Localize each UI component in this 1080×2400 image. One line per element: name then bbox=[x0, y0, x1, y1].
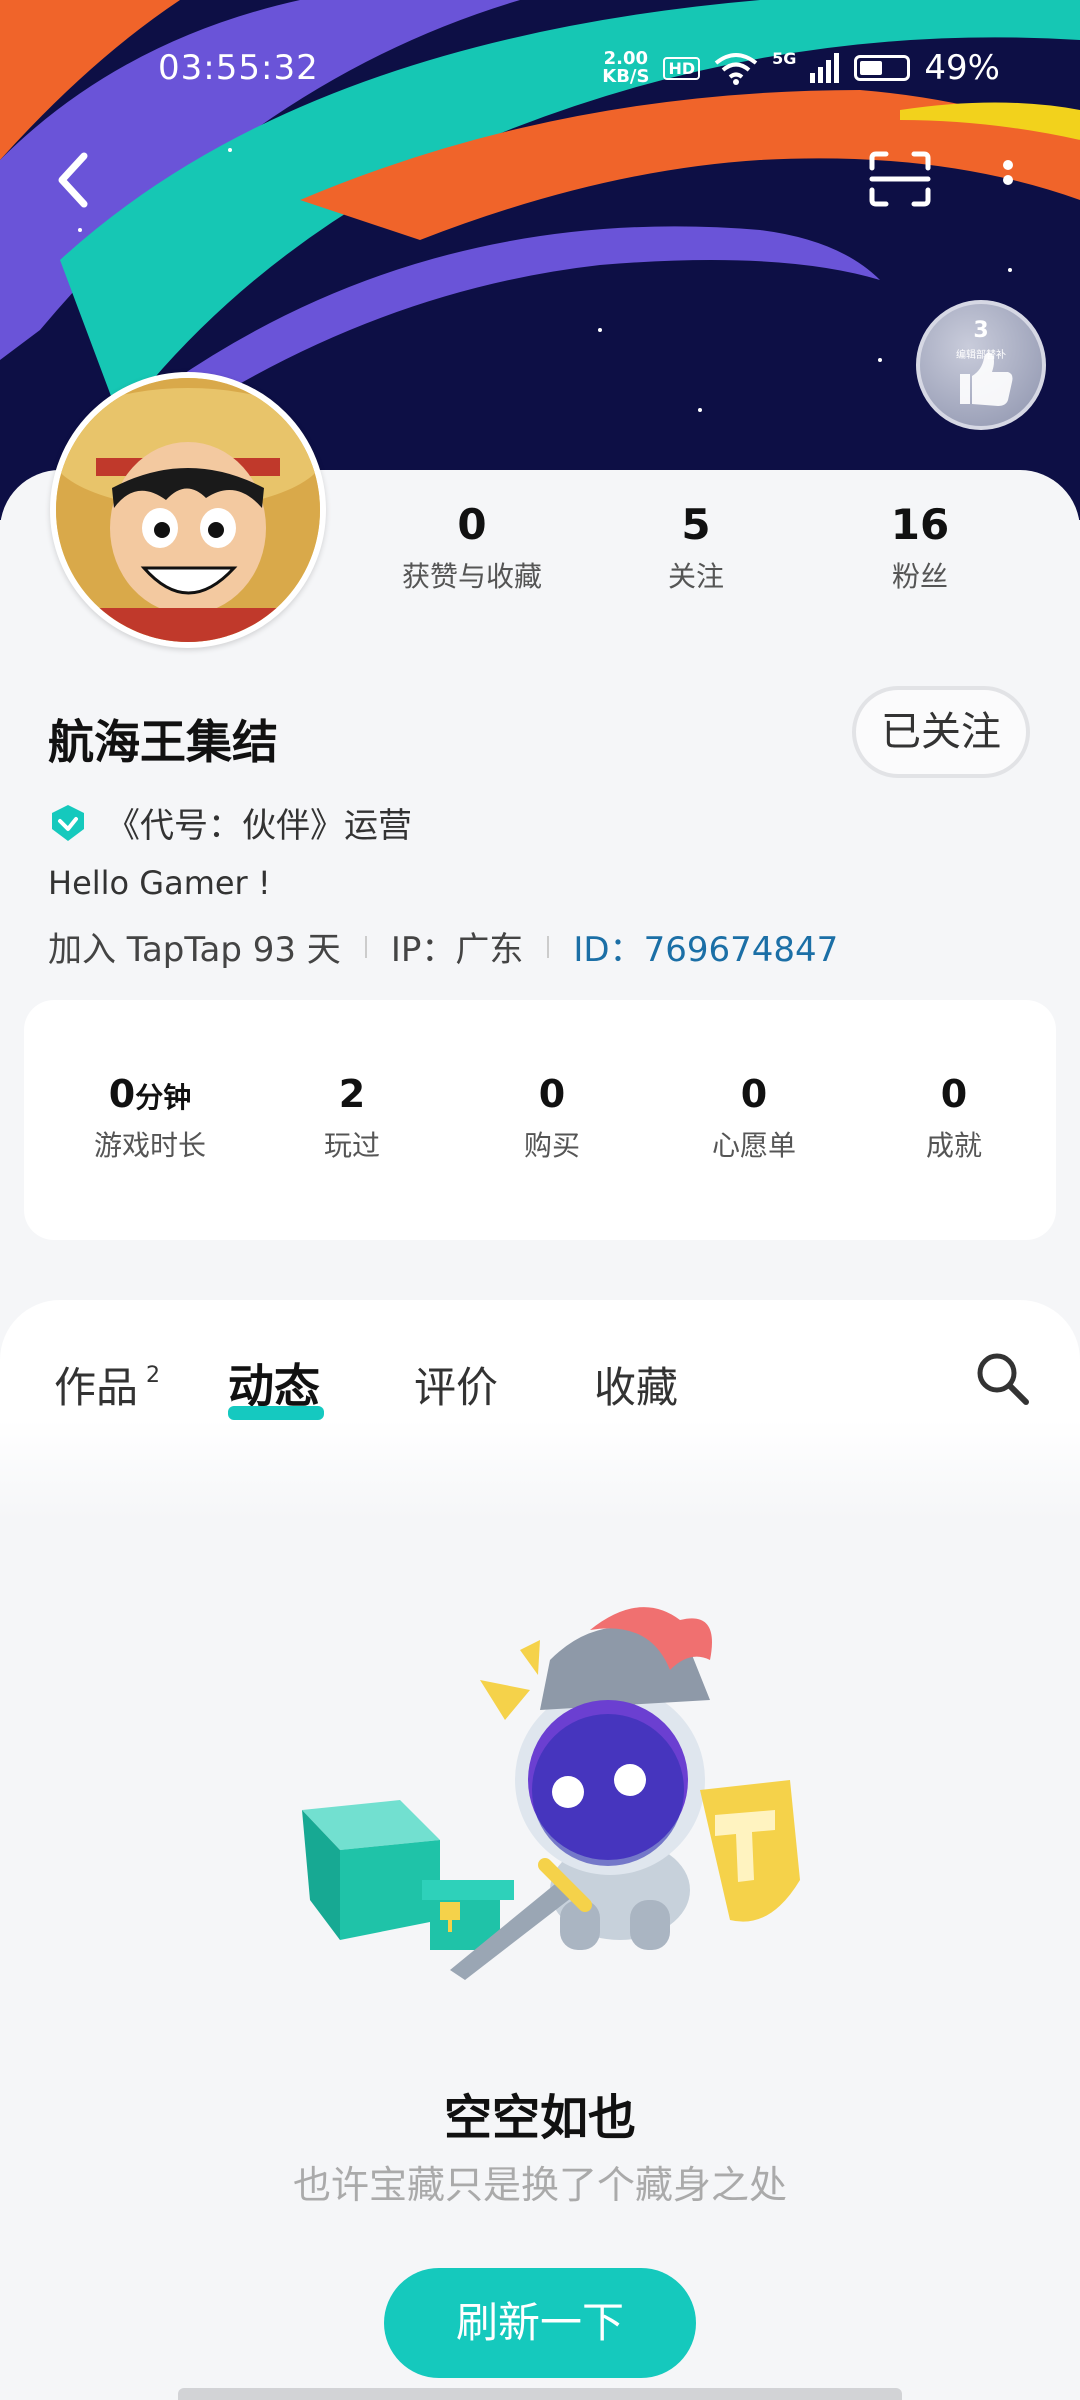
divider bbox=[364, 935, 367, 958]
gstat-wishlist[interactable]: 0 心愿单 bbox=[654, 1072, 854, 1164]
user-id[interactable]: ID：769674847 bbox=[573, 922, 838, 971]
empty-state-subtitle: 也许宝藏只是换了个藏身之处 bbox=[292, 2163, 787, 2207]
empty-state-title: 空空如也 bbox=[443, 2090, 636, 2146]
game-stats-card: 0分钟 游戏时长 2 玩过 0 购买 0 心愿单 0 成就 bbox=[24, 1000, 1056, 1240]
verification-text: 《代号：伙伴》运营 bbox=[106, 806, 412, 846]
achievement-badge[interactable]: 3 编辑部替补 bbox=[916, 300, 1046, 430]
stat-following[interactable]: 5 关注 bbox=[596, 500, 796, 595]
status-bar: 03:55:32 2.00 KB/S HD 5G 49% bbox=[0, 40, 1080, 100]
stat-followers[interactable]: 16 粉丝 bbox=[820, 500, 1020, 595]
stat-likes[interactable]: 0 获赞与收藏 bbox=[372, 500, 572, 595]
battery-icon bbox=[854, 55, 911, 81]
tab-reviews[interactable]: 评价 bbox=[414, 1354, 498, 1415]
search-icon[interactable] bbox=[972, 1348, 1032, 1408]
tab-favorites[interactable]: 收藏 bbox=[594, 1354, 678, 1415]
hd-icon: HD bbox=[663, 56, 701, 80]
wifi-icon bbox=[714, 53, 758, 85]
net-type: 5G bbox=[772, 48, 797, 68]
home-indicator[interactable] bbox=[178, 2388, 902, 2400]
username: 航海王集结 bbox=[48, 715, 278, 769]
status-icons: 2.00 KB/S HD 5G 49% bbox=[602, 48, 1000, 88]
follow-button[interactable]: 已关注 bbox=[852, 686, 1030, 778]
meta-row: 加入 TapTap 93 天 IP：广东 ID：769674847 bbox=[48, 922, 838, 971]
battery-level bbox=[860, 61, 882, 75]
thumbs-up-icon bbox=[960, 352, 1013, 406]
gstat-purchased[interactable]: 0 购买 bbox=[452, 1072, 652, 1164]
bio: Hello Gamer ! bbox=[48, 864, 271, 902]
net-speed: 2.00 KB/S bbox=[602, 48, 650, 87]
status-time: 03:55:32 bbox=[158, 48, 319, 88]
works-count: 2 bbox=[146, 1363, 161, 1388]
gstat-achievements[interactable]: 0 成就 bbox=[854, 1072, 1054, 1164]
more-icon[interactable] bbox=[998, 155, 1018, 205]
divider bbox=[547, 935, 550, 958]
scan-icon[interactable] bbox=[868, 150, 932, 208]
gstat-played[interactable]: 2 玩过 bbox=[252, 1072, 452, 1164]
joined-days: 加入 TapTap 93 天 bbox=[48, 930, 341, 970]
ip-location: IP：广东 bbox=[390, 930, 524, 970]
refresh-button[interactable]: 刷新一下 bbox=[384, 2268, 696, 2378]
tab-works[interactable]: 作品 2 bbox=[54, 1354, 160, 1415]
verification-row: 《代号：伙伴》运营 bbox=[48, 798, 412, 847]
gstat-playtime[interactable]: 0分钟 游戏时长 bbox=[50, 1072, 250, 1164]
avatar[interactable] bbox=[50, 372, 326, 648]
empty-state-illustration bbox=[302, 1607, 800, 1980]
signal-icon bbox=[810, 53, 840, 83]
verified-icon bbox=[52, 804, 84, 841]
battery-percent: 49% bbox=[924, 48, 1000, 88]
back-icon[interactable] bbox=[50, 150, 98, 210]
active-tab-indicator bbox=[228, 1406, 324, 1420]
avatar-image bbox=[56, 378, 320, 642]
